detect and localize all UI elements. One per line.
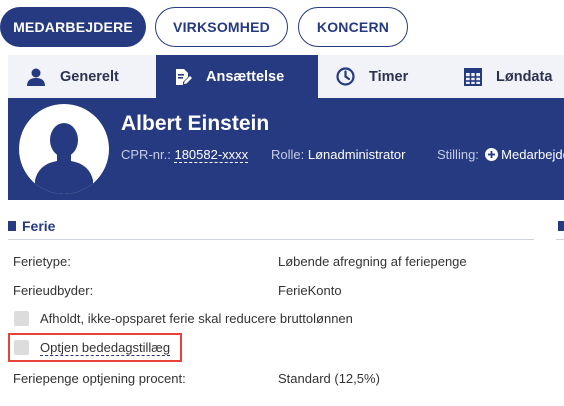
tab-bar: Generelt Ansættelse Timer Løndata (8, 55, 564, 98)
tab-label: Timer (369, 68, 409, 85)
tab-label: Løndata (496, 68, 553, 85)
section-marker (558, 221, 564, 231)
bededagstillaeg-text: Optjen bededagstillæg (40, 340, 171, 356)
tab-ansaettelse[interactable]: Ansættelse (156, 55, 318, 98)
reduce-salary-checkbox[interactable] (14, 311, 29, 326)
cpr-value[interactable]: 180582-xxxx (174, 147, 249, 163)
virksomhed-button[interactable]: VIRKSOMHED (155, 7, 288, 47)
bededagstillaeg-checkbox[interactable] (14, 340, 29, 355)
role-value: Lønadministrator (307, 147, 406, 162)
section-title: Ferie (22, 218, 56, 234)
plus-circle-icon[interactable] (484, 148, 498, 161)
avatar (19, 104, 109, 194)
section-divider (8, 239, 534, 240)
employee-name: Albert Einstein (121, 112, 270, 135)
position-info: Stilling: Medarbejder (437, 147, 564, 162)
table-icon (464, 67, 482, 86)
cpr-label: CPR-nr.: (121, 147, 171, 162)
cpr-info: CPR-nr.: 180582-xxxx (121, 147, 249, 163)
tab-label: Ansættelse (206, 68, 285, 85)
koncern-button[interactable]: KONCERN (298, 7, 408, 47)
clock-icon (336, 67, 355, 86)
role-label: Rolle: (271, 147, 305, 162)
role-info: Rolle: Lønadministrator (271, 147, 405, 162)
bededagstillaeg-label[interactable]: Optjen bededagstillæg (40, 340, 171, 356)
section-marker (8, 221, 16, 231)
ferietype-value: Løbende afregning af feriepenge (278, 254, 467, 269)
position-value: Medarbejder (501, 147, 564, 162)
tab-generelt[interactable]: Generelt (26, 55, 156, 98)
user-icon (27, 68, 45, 86)
medarbejdere-button[interactable]: MEDARBEJDERE (0, 7, 146, 47)
ferieudbyder-value: FerieKonto (278, 283, 342, 298)
ferie-section-header: Ferie (8, 214, 536, 240)
ferieudbyder-label: Ferieudbyder: (13, 283, 94, 298)
person-silhouette-icon (35, 123, 93, 194)
tab-timer[interactable]: Timer (336, 55, 446, 98)
edit-document-icon (176, 68, 192, 85)
section-divider (556, 239, 564, 240)
employee-header: Albert Einstein CPR-nr.: 180582-xxxx Rol… (8, 98, 564, 200)
ferietype-label: Ferietype: (13, 254, 71, 269)
position-label: Stilling: (437, 147, 479, 162)
tab-loendata[interactable]: Løndata (464, 55, 564, 98)
feriepenge-percent-value: Standard (12,5%) (278, 371, 380, 386)
tab-label: Generelt (60, 68, 119, 85)
reduce-salary-label: Afholdt, ikke-opsparet ferie skal reduce… (40, 311, 353, 326)
feriepenge-percent-label: Feriepenge optjening procent: (13, 371, 186, 386)
